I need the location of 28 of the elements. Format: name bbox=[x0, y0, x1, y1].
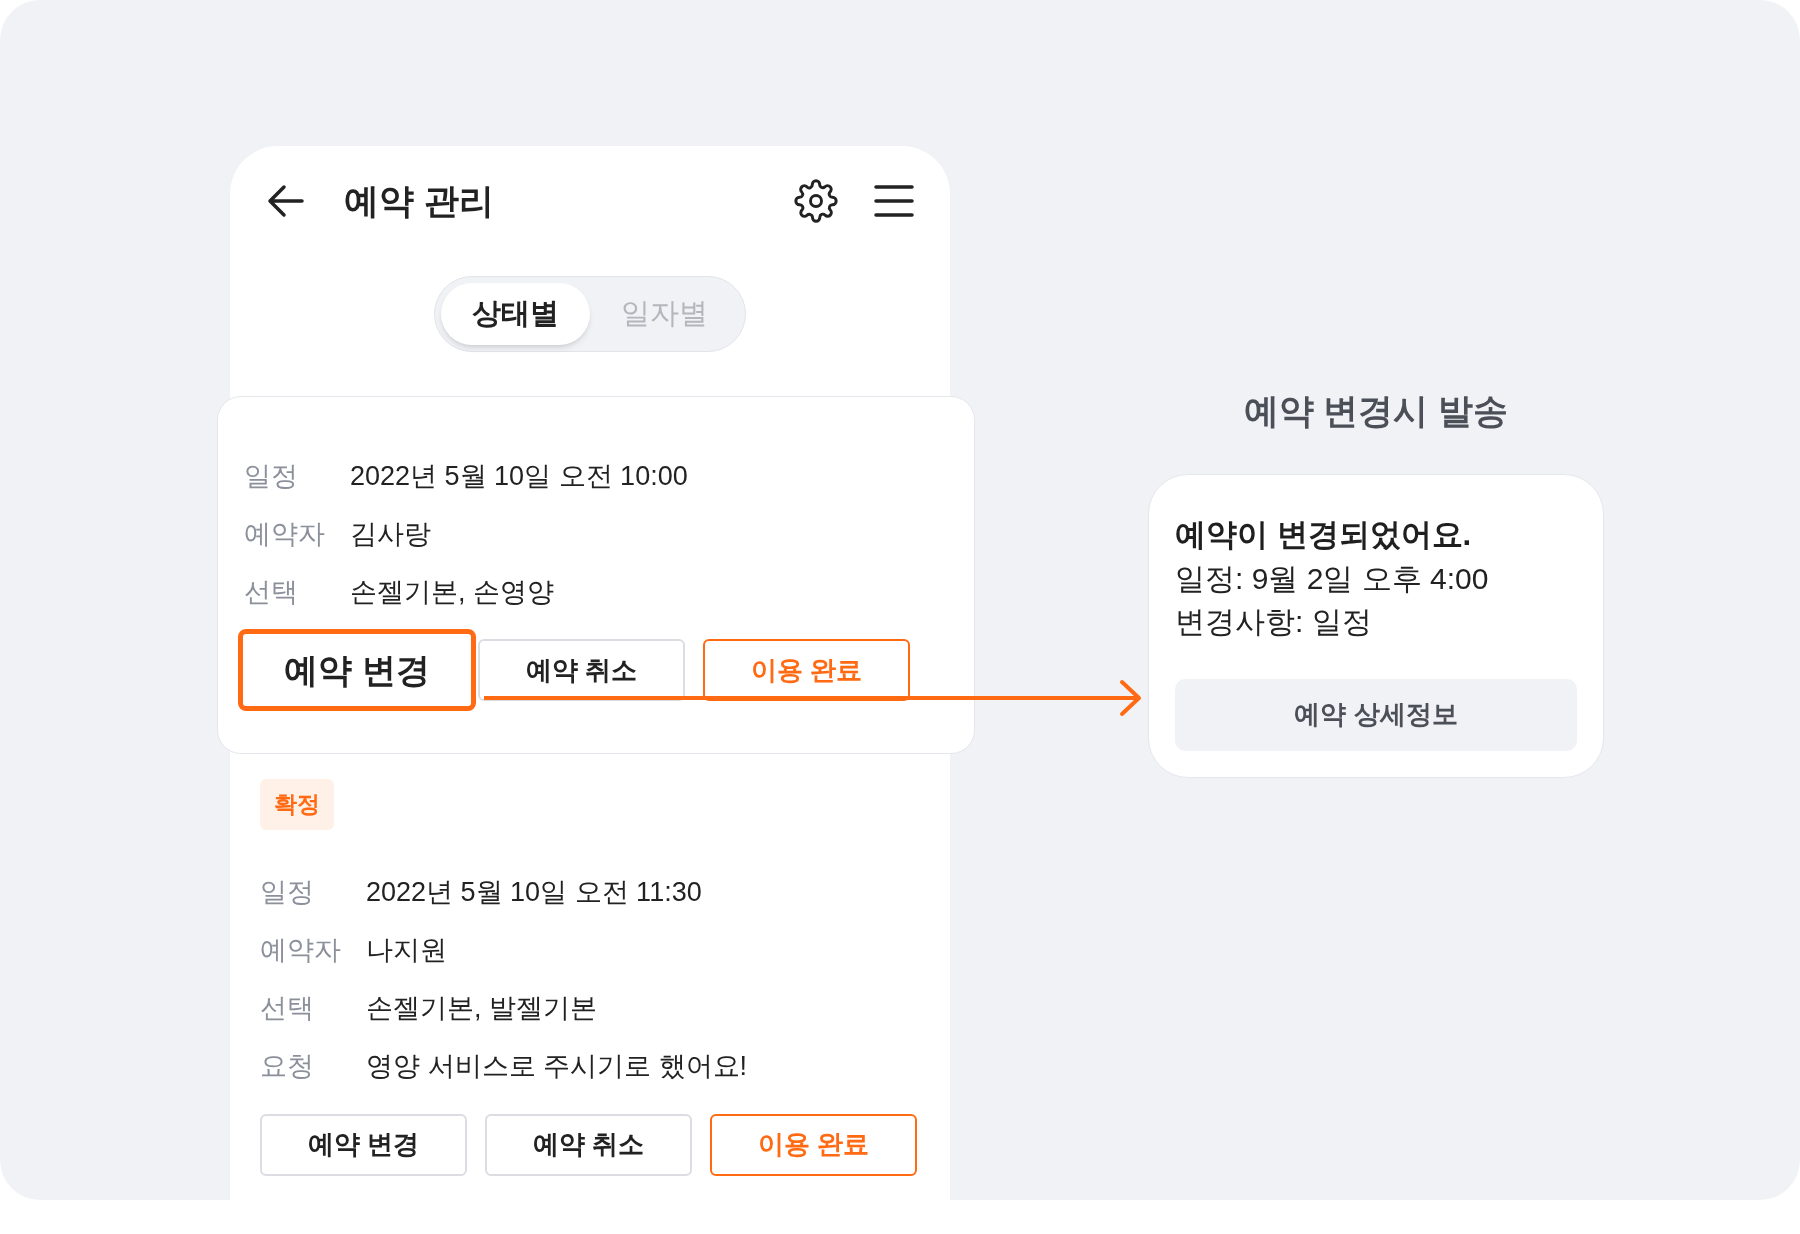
notification-line: 일정: 9월 2일 오후 4:00 bbox=[1175, 560, 1490, 597]
field-label: 예약자 bbox=[260, 934, 342, 968]
screen-title: 예약 관리 bbox=[344, 179, 494, 222]
field-value: 손젤기본, 손영양 bbox=[350, 575, 554, 609]
field-label: 일정 bbox=[244, 459, 299, 493]
reservation-details-button[interactable]: 예약 상세정보 bbox=[1175, 678, 1577, 751]
field-label: 요청 bbox=[260, 1050, 315, 1084]
action-button[interactable]: 예약 변경 bbox=[260, 1113, 467, 1176]
status-badge: 확정 bbox=[260, 779, 334, 830]
field-value: 김사랑 bbox=[350, 517, 431, 551]
field-value: 손젤기본, 발젤기본 bbox=[366, 992, 597, 1026]
field-value: 2022년 5월 10일 오전 11:30 bbox=[366, 876, 702, 910]
field-label: 일정 bbox=[260, 876, 315, 910]
field-label: 선택 bbox=[260, 992, 315, 1026]
view-tab[interactable]: 상태별 bbox=[441, 283, 590, 345]
field-label: 선택 bbox=[244, 575, 299, 609]
notification-line: 변경사항: 일정 bbox=[1175, 603, 1373, 640]
action-button[interactable]: 예약 변경 bbox=[238, 629, 476, 711]
action-button[interactable]: 예약 취소 bbox=[485, 1113, 692, 1176]
field-value: 영양 서비스로 주시기로 했어요! bbox=[366, 1050, 747, 1084]
callout-title: 예약 변경시 발송 bbox=[1243, 390, 1509, 432]
action-button[interactable]: 예약 취소 bbox=[478, 639, 685, 701]
menu-icon[interactable] bbox=[874, 184, 914, 218]
field-label: 예약자 bbox=[244, 517, 326, 551]
notification-heading: 예약이 변경되었어요. bbox=[1175, 515, 1473, 554]
field-value: 나지원 bbox=[366, 934, 447, 968]
settings-icon[interactable] bbox=[794, 179, 838, 223]
field-value: 2022년 5월 10일 오전 10:00 bbox=[350, 459, 688, 493]
